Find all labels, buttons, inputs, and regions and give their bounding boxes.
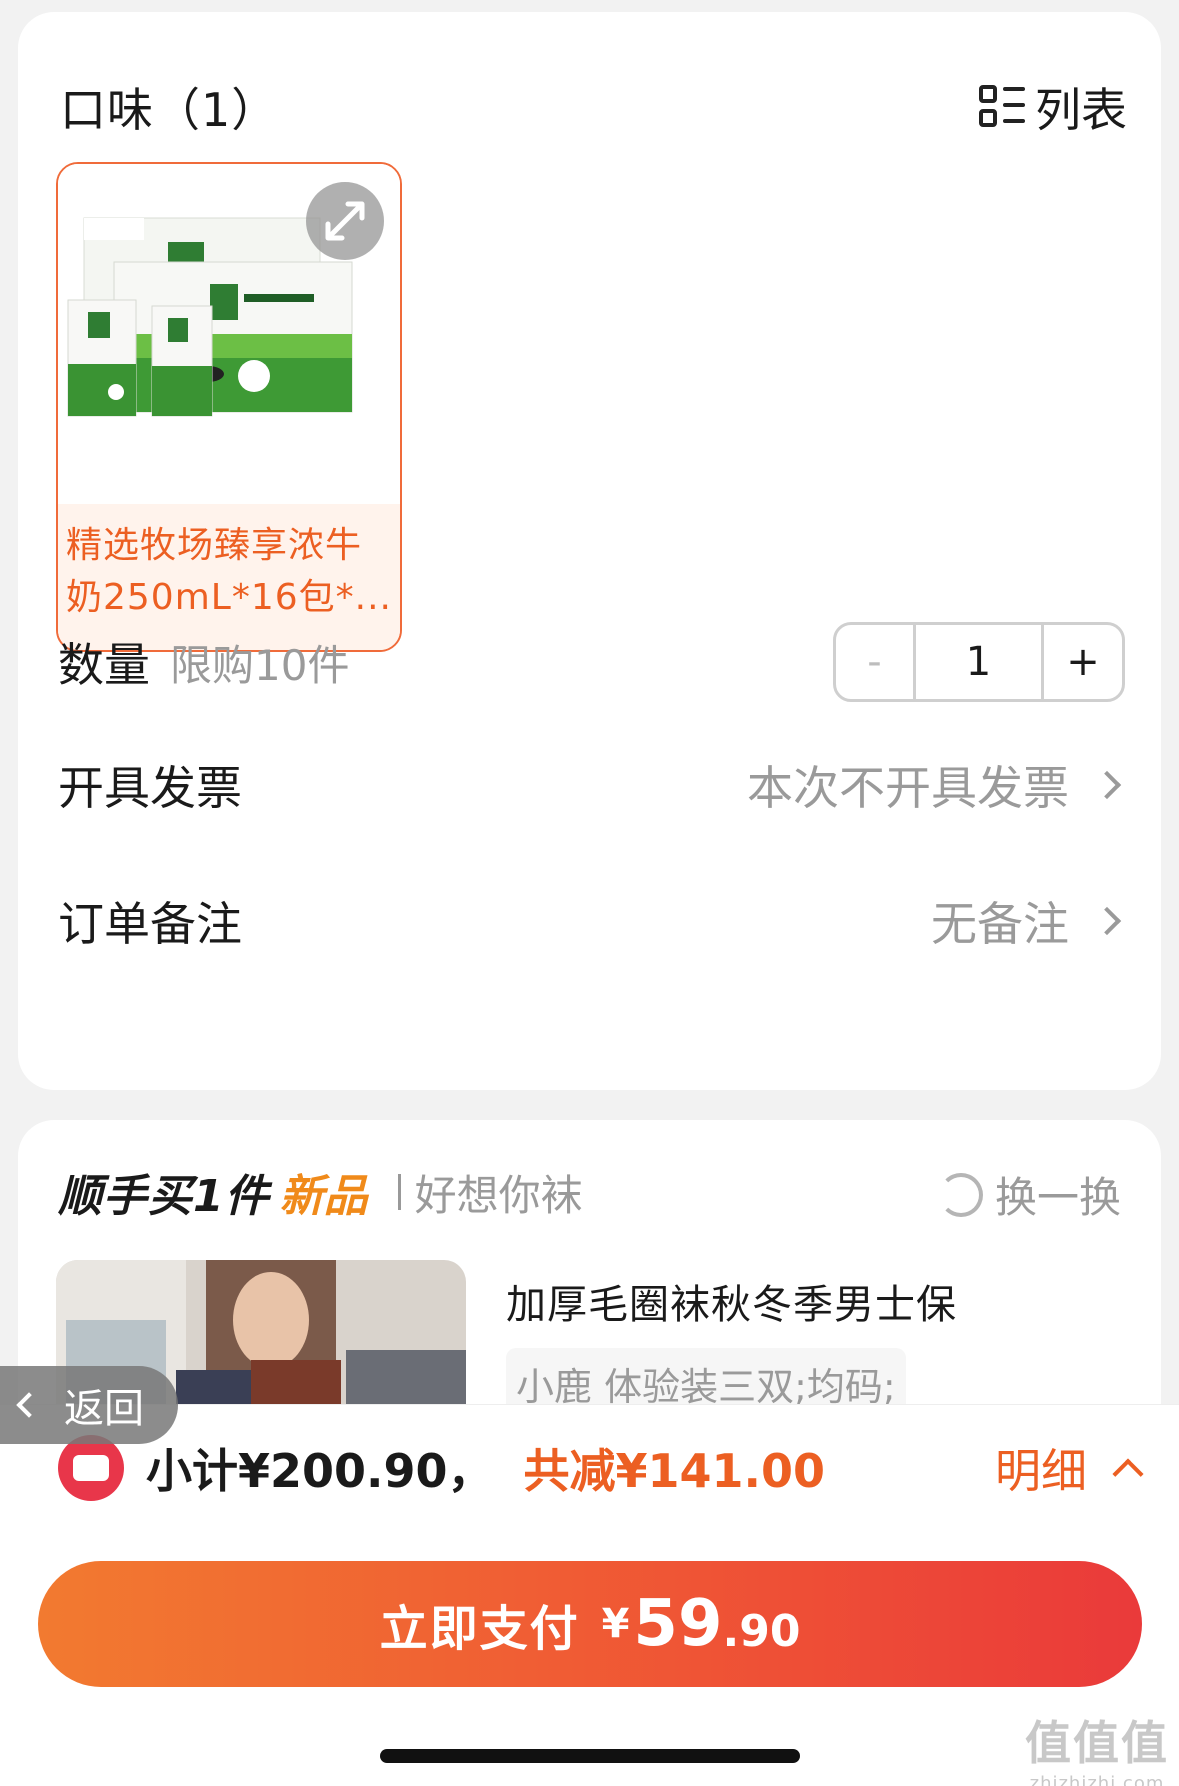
list-view-label: 列表 bbox=[1035, 83, 1127, 137]
quantity-stepper: - 1 + bbox=[833, 622, 1125, 702]
divider bbox=[397, 1174, 401, 1210]
recommendation-header: 顺手买1件 新品 好想你袜 bbox=[58, 1160, 583, 1224]
checkout-bar: 小计¥200.90， 共减¥141.00 明细 立即支付 ¥ 59 .90 值值… bbox=[0, 1404, 1179, 1786]
chevron-up-icon bbox=[1112, 1458, 1144, 1490]
increase-button[interactable]: + bbox=[1044, 625, 1122, 699]
chevron-left-icon bbox=[16, 1392, 42, 1418]
quantity-label: 数量 bbox=[58, 638, 150, 692]
invoice-label: 开具发票 bbox=[58, 761, 242, 815]
expand-icon bbox=[325, 201, 365, 241]
back-button[interactable]: 返回 bbox=[0, 1366, 178, 1444]
home-indicator[interactable] bbox=[380, 1749, 800, 1763]
recommendation-title: 顺手买1件 bbox=[58, 1171, 270, 1222]
list-view-toggle[interactable]: 列表 bbox=[979, 74, 1127, 140]
price-detail-label: 明细 bbox=[995, 1444, 1087, 1498]
pay-amount-integer: 59 bbox=[633, 1587, 723, 1661]
invoice-value: 本次不开具发票 bbox=[747, 761, 1069, 815]
watermark: 值值值 zhizhizhi.com bbox=[1025, 1707, 1169, 1786]
chevron-right-icon bbox=[1092, 770, 1122, 800]
remark-value: 无备注 bbox=[931, 897, 1069, 951]
recommendation-brand: 好想你袜 bbox=[414, 1170, 583, 1220]
chevron-right-icon bbox=[1092, 906, 1122, 936]
recommendation-card: 顺手买1件 新品 好想你袜 换一换 加厚毛圈袜秋冬季男士保 小鹿 体验装三双;均… bbox=[18, 1120, 1161, 1420]
pay-now-button[interactable]: 立即支付 ¥ 59 .90 bbox=[38, 1561, 1142, 1687]
price-summary: 小计¥200.90， 共减¥141.00 明细 bbox=[58, 1435, 1144, 1501]
list-view-icon bbox=[979, 83, 1027, 131]
flavor-section-title: 口味（1） bbox=[60, 83, 279, 137]
expand-image-button[interactable] bbox=[306, 182, 384, 260]
new-badge: 新品 bbox=[279, 1171, 368, 1222]
back-label: 返回 bbox=[64, 1386, 144, 1432]
coupon-icon bbox=[58, 1435, 124, 1501]
recommended-item-name: 加厚毛圈袜秋冬季男士保 bbox=[506, 1282, 957, 1328]
pay-amount-decimal: .90 bbox=[722, 1605, 801, 1657]
total-discount: 共减¥141.00 bbox=[523, 1444, 826, 1498]
remark-row[interactable]: 订单备注 无备注 bbox=[58, 888, 1125, 954]
quantity-value[interactable]: 1 bbox=[916, 625, 1044, 699]
swap-button[interactable]: 换一换 bbox=[938, 1164, 1121, 1225]
watermark-url: zhizhizhi.com bbox=[1029, 1773, 1165, 1786]
swap-label: 换一换 bbox=[994, 1173, 1121, 1222]
watermark-logo: 值值值 bbox=[1025, 1716, 1169, 1770]
pay-now-label: 立即支付 bbox=[379, 1601, 580, 1657]
refresh-icon bbox=[938, 1172, 983, 1217]
invoice-row[interactable]: 开具发票 本次不开具发票 bbox=[58, 752, 1125, 818]
subtotal: 小计¥200.90， bbox=[146, 1444, 494, 1498]
price-detail-button[interactable]: 明细 bbox=[995, 1435, 1144, 1501]
quantity-row: 数量 限购10件 - 1 + bbox=[58, 622, 1125, 702]
order-options-card: 口味（1） 列表 精选牧场臻享浓牛奶250mL*16包*... 数量 限购10件… bbox=[18, 12, 1161, 1090]
remark-label: 订单备注 bbox=[58, 897, 242, 951]
purchase-limit: 限购10件 bbox=[170, 640, 350, 690]
pay-currency: ¥ bbox=[601, 1601, 630, 1647]
decrease-button[interactable]: - bbox=[836, 625, 916, 699]
